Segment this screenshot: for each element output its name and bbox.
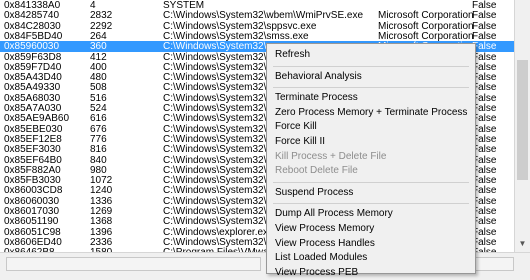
menu-item-zero-process-memory-terminate-process[interactable]: Zero Process Memory + Terminate Process — [275, 106, 467, 120]
scrollbar-thumb[interactable] — [517, 60, 528, 180]
menu-separator — [273, 65, 469, 67]
status-field — [6, 257, 261, 271]
scroll-down-icon[interactable]: ▼ — [515, 236, 530, 251]
vertical-scrollbar[interactable]: ▼ — [514, 0, 530, 252]
menu-item-force-kill[interactable]: Force Kill — [275, 120, 317, 134]
menu-separator — [273, 203, 469, 205]
menu-item-refresh[interactable]: Refresh — [275, 48, 310, 62]
menu-item-view-process-memory[interactable]: View Process Memory — [275, 222, 374, 236]
menu-item-list-loaded-modules[interactable]: List Loaded Modules — [275, 251, 367, 265]
menu-item-view-process-peb[interactable]: View Process PEB — [275, 266, 358, 280]
menu-item-suspend-process[interactable]: Suspend Process — [275, 186, 353, 200]
menu-item-terminate-process[interactable]: Terminate Process — [275, 91, 358, 105]
menu-separator — [273, 87, 469, 89]
menu-item-behavioral-analysis[interactable]: Behavioral Analysis — [275, 70, 362, 84]
menu-separator — [273, 181, 469, 183]
menu-item-force-kill-ii[interactable]: Force Kill II — [275, 135, 325, 149]
context-menu: Refresh Behavioral Analysis Terminate Proc… — [266, 43, 476, 278]
menu-item-kill-process-delete-file: Kill Process + Delete File — [275, 150, 387, 162]
menu-item-dump-all-process-memory[interactable]: Dump All Process Memory — [275, 207, 393, 221]
status-field-secondary — [470, 257, 514, 271]
menu-item-view-process-handles[interactable]: View Process Handles — [275, 237, 375, 251]
menu-item-reboot-delete-file: Reboot Delete File — [275, 165, 358, 177]
